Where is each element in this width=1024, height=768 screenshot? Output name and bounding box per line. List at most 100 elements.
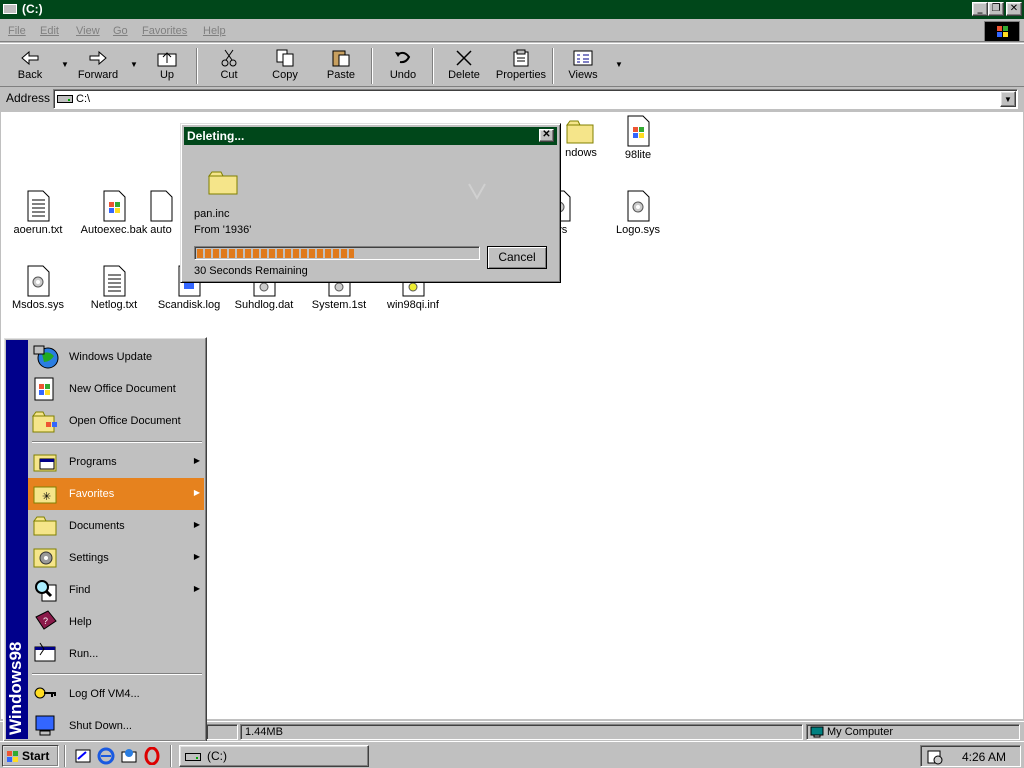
submenu-arrow-icon: ▶ [193,456,200,465]
text-file-icon [27,190,50,222]
menu-help[interactable]: Help [203,25,226,37]
key-icon [34,687,56,699]
file-item[interactable]: Msdos.sys [0,265,78,311]
system-file-icon [103,190,126,222]
outlook-express-icon[interactable] [120,747,138,765]
magnifier-icon [35,580,57,602]
start-item-log-off[interactable]: Log Off VM4... [28,678,204,710]
up-button[interactable]: Up [137,47,197,87]
close-button[interactable]: ✕ [1006,2,1022,16]
dialog-titlebar[interactable]: Deleting... ✕ [184,127,557,145]
help-book-icon: ? [35,610,57,630]
undo-label: Undo [389,69,417,81]
start-button[interactable]: Start [2,745,59,767]
status-location: My Computer [806,724,1020,740]
drive-icon [185,753,201,761]
opera-icon[interactable] [143,747,161,765]
restore-button[interactable]: ❐ [988,2,1004,16]
file-name: System.1st [311,299,367,311]
file-item[interactable]: 98lite [598,115,678,161]
cut-label: Cut [220,69,238,81]
dialog-title: Deleting... [187,129,245,143]
start-menu-brand: Windows98 [6,641,25,735]
menu-go[interactable]: Go [113,25,128,37]
dialog-close-button[interactable]: ✕ [539,129,554,142]
file-item[interactable]: auto [141,190,181,236]
start-item-label: Open Office Document [69,415,181,427]
start-item-windows-update[interactable]: Windows Update [28,341,204,373]
folder-icon [208,171,238,195]
paste-icon [332,50,350,67]
start-item-label: New Office Document [69,383,176,395]
window-titlebar[interactable]: (C:) _ ❐ ✕ [0,0,1024,19]
start-item-documents[interactable]: Documents ▶ [28,510,204,542]
file-name: auto [150,224,172,236]
settings-icon [33,548,57,568]
views-label: Views [568,69,598,81]
run-icon [34,642,56,662]
cancel-button[interactable]: Cancel [487,246,547,269]
forward-arrow-icon [89,50,107,66]
start-menu[interactable]: Windows98 Windows Update New Office Docu… [3,337,207,742]
scissors-icon [221,49,237,67]
views-button[interactable]: Views [553,47,613,87]
file-name: win98qi.inf [387,299,439,311]
views-dropdown-icon[interactable]: ▼ [615,60,623,69]
gear-file-icon [27,265,50,297]
menu-edit[interactable]: Edit [40,25,59,37]
start-item-programs[interactable]: Programs ▶ [28,446,204,478]
file-item[interactable]: Netlog.txt [74,265,154,311]
start-item-find[interactable]: Find ▶ [28,574,204,606]
delete-button[interactable]: Delete [434,47,494,87]
open-folder-icon [32,411,57,433]
start-item-label: Run... [69,648,99,660]
file-name: Netlog.txt [90,299,138,311]
start-item-open-office-document[interactable]: Open Office Document [28,405,204,437]
svg-text:?: ? [43,616,48,626]
back-button[interactable]: Back [0,47,60,87]
taskbar-item-c-drive[interactable]: (C:) [179,745,369,767]
forward-label: Forward [77,69,119,81]
file-name: Msdos.sys [12,299,64,311]
submenu-arrow-icon: ▶ [193,488,200,497]
programs-icon [33,454,57,472]
delete-label: Delete [448,69,480,81]
menu-view[interactable]: View [76,25,100,37]
file-name: Logo.sys [615,224,661,236]
undo-button[interactable]: Undo [373,47,433,87]
properties-button[interactable]: Properties [491,47,551,87]
menu-favorites[interactable]: Favorites [142,25,187,37]
menu-bar: File Edit View Go Favorites Help [0,20,1024,42]
show-desktop-icon[interactable] [74,747,92,765]
delete-x-icon [456,50,472,66]
documents-folder-icon [33,516,57,536]
start-item-new-office-document[interactable]: New Office Document [28,373,204,405]
start-item-settings[interactable]: Settings ▶ [28,542,204,574]
deleting-dialog[interactable]: Deleting... ✕ pan.inc From '1936' Cancel… [180,123,561,283]
status-location-label: My Computer [827,726,894,738]
start-item-help[interactable]: ? Help [28,606,204,638]
file-name: 98lite [624,149,652,161]
copy-button[interactable]: Copy [255,47,315,87]
up-label: Up [159,69,175,81]
file-item[interactable]: aoerun.txt [0,190,78,236]
start-item-favorites[interactable]: ✳ Favorites ▶ [28,478,204,510]
taskbar: Start (C:) 4:26 AM [0,741,1024,768]
clock[interactable]: 4:26 AM [962,750,1006,764]
toolbar: Back ▼ Forward ▼ Up Cut Copy Paste Undo … [0,43,1024,87]
paste-button[interactable]: Paste [311,47,371,87]
forward-button[interactable]: Forward [68,47,128,87]
windows-flag-icon [7,751,18,762]
internet-explorer-icon[interactable] [97,747,115,765]
minimize-button[interactable]: _ [972,2,988,16]
drive-icon[interactable] [3,4,17,14]
menu-file[interactable]: File [8,25,26,37]
submenu-arrow-icon: ▶ [193,520,200,529]
address-dropdown-icon[interactable]: ▼ [1000,91,1016,107]
start-item-run[interactable]: Run... [28,638,204,670]
address-input[interactable]: C:\ ▼ [53,89,1018,109]
file-item[interactable]: Logo.sys [598,190,678,236]
cut-button[interactable]: Cut [199,47,259,87]
start-item-shut-down[interactable]: Shut Down... [28,710,204,742]
scheduler-icon[interactable] [927,749,943,765]
